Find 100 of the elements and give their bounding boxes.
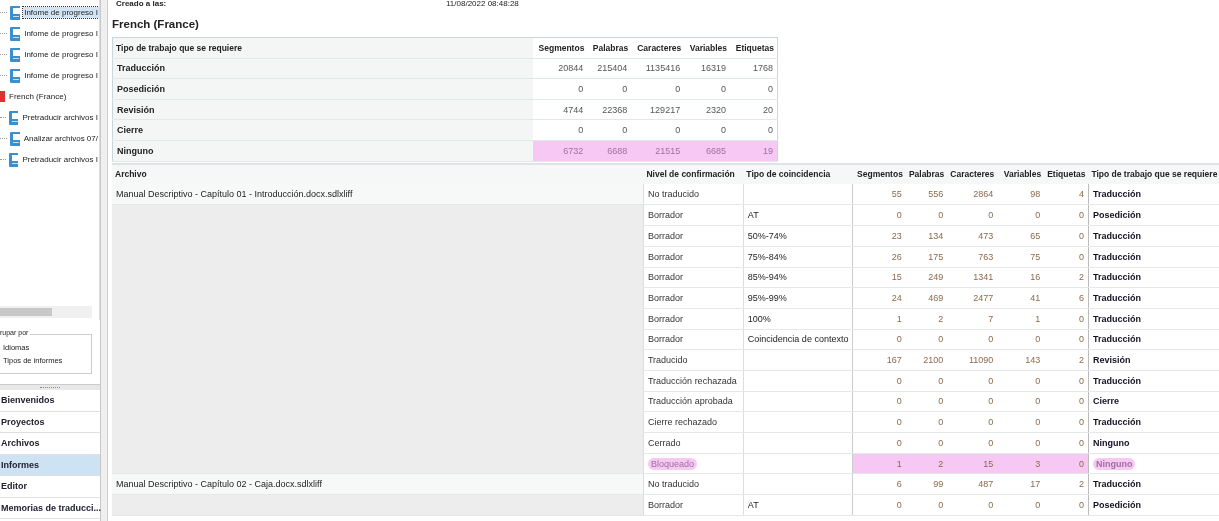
tree-item[interactable]: Pretraducir archivos I (21, 154, 99, 165)
table-cell: 0 (1044, 329, 1089, 350)
table-cell: 2864 (947, 184, 998, 205)
table-cell: AT (747, 499, 759, 510)
table-cell: Ninguno (112, 140, 533, 162)
table-cell: 143 (997, 349, 1045, 371)
table-cell: 0 (1044, 225, 1089, 247)
table-cell: 0 (730, 119, 778, 141)
horizontal-scrollbar[interactable] (0, 306, 92, 318)
table-cell: 0 (905, 432, 948, 454)
table-cell: Borrador (647, 313, 683, 324)
table-cell: Posedición (112, 78, 533, 100)
table-cell: Traducción (1092, 417, 1141, 428)
table-cell: 75 (997, 246, 1045, 267)
table-cell: 85%-94% (747, 272, 787, 283)
column-header: Archivo (112, 163, 644, 185)
table-cell: Borrador (647, 251, 683, 262)
table-cell: 487 (947, 473, 998, 495)
tree-item[interactable]: Infome de progreso I (23, 7, 99, 18)
column-header: Segmentos (852, 163, 906, 185)
table-cell: 0 (947, 411, 998, 433)
table-cell: Cierre rechazado (647, 417, 717, 428)
table-cell: Borrador (647, 499, 683, 510)
table-cell: 21515 (631, 140, 685, 162)
table-cell: 0 (997, 411, 1045, 433)
table-cell: 0 (1044, 204, 1089, 226)
pane-splitter[interactable] (101, 0, 108, 521)
table-cell: 1 (852, 308, 906, 330)
tree-item[interactable]: Infome de progreso I (23, 28, 99, 39)
table-cell: 0 (631, 119, 685, 141)
language-heading: French (France) (112, 16, 200, 32)
table-cell: Revisión (1092, 355, 1131, 366)
table-cell: 763 (947, 246, 998, 267)
table-cell: 99 (905, 473, 948, 495)
table-cell: 167 (852, 349, 906, 371)
table-cell: AT (747, 210, 759, 221)
nav-item[interactable]: Informes (0, 454, 100, 476)
tree-item[interactable]: Infome de progreso I (23, 49, 99, 60)
table-cell: Traducción aprobada (647, 396, 733, 407)
column-header: Segmentos (532, 37, 588, 59)
table-cell: 0 (852, 391, 906, 412)
tree-item[interactable]: French (France) (8, 91, 68, 102)
table-cell: 98 (997, 184, 1045, 205)
table-cell: No traducido (647, 189, 699, 200)
table-cell: Traducción (1092, 479, 1141, 490)
table-cell: 4744 (532, 99, 588, 120)
table-cell: 0 (947, 370, 998, 392)
table-cell: 0 (852, 204, 906, 226)
table-cell: 2 (1044, 473, 1089, 495)
table-cell: Cerrado (647, 437, 681, 448)
created-label: Creado a las: (116, 0, 168, 10)
table-cell: Traducción (1092, 251, 1141, 262)
table-cell: 2 (1044, 349, 1089, 371)
table-cell: 65 (997, 225, 1045, 247)
tree-item[interactable]: Analizar archivos 07/ (22, 133, 99, 144)
table-cell: 0 (997, 494, 1045, 516)
table-cell: Traducción (1092, 189, 1141, 200)
column-header: Nivel de confirmación (643, 163, 744, 185)
table-cell: 0 (852, 329, 906, 350)
column-header: Etiquetas (730, 37, 778, 59)
table-cell: Traducido (647, 355, 688, 366)
column-header: Tipo de coincidencia (743, 163, 853, 185)
table-cell: 175 (905, 246, 948, 267)
table-cell: 20844 (532, 58, 588, 79)
table-cell: Traducción (1092, 375, 1141, 386)
table-cell: 6 (1044, 287, 1089, 309)
table-cell: 0 (997, 204, 1045, 226)
table-cell: 1341 (947, 267, 998, 288)
table-cell: No traducido (647, 479, 699, 490)
table-cell: 0 (947, 432, 998, 454)
table-cell: 95%-99% (747, 293, 787, 304)
table-cell: 0 (905, 494, 948, 516)
column-header: Tipo de trabajo que se requiere (112, 37, 533, 59)
table-cell: 2320 (684, 99, 731, 120)
table-cell: 0 (587, 119, 632, 141)
document-icon (9, 26, 21, 41)
table-cell: 0 (852, 411, 906, 433)
splitter-grip[interactable] (0, 384, 100, 390)
tree-item[interactable]: Infome de progreso I (23, 70, 99, 81)
table-cell: 0 (997, 329, 1045, 350)
table-cell: Posedición (1092, 499, 1141, 510)
table-cell: Borrador (647, 210, 683, 221)
document-icon (9, 131, 20, 146)
table-cell: 0 (587, 78, 632, 100)
table-cell: 473 (947, 225, 998, 247)
table-cell: 0 (684, 78, 731, 100)
table-cell: 0 (947, 494, 998, 516)
table-cell: 129217 (631, 99, 685, 120)
table-cell: 7 (947, 308, 998, 330)
table-cell: 469 (905, 287, 948, 309)
table-cell: Traducción (1092, 313, 1141, 324)
table-cell: 0 (905, 411, 948, 433)
table-cell: 6 (852, 473, 906, 495)
tree-item[interactable]: Pretraducir archivos I (21, 112, 99, 123)
table-cell: 0 (1044, 432, 1089, 454)
document-icon (9, 5, 21, 20)
document-icon (9, 152, 19, 167)
table-cell: 19 (730, 140, 778, 162)
table-cell: Borrador (647, 293, 683, 304)
table-cell: Traducción (1092, 293, 1141, 304)
